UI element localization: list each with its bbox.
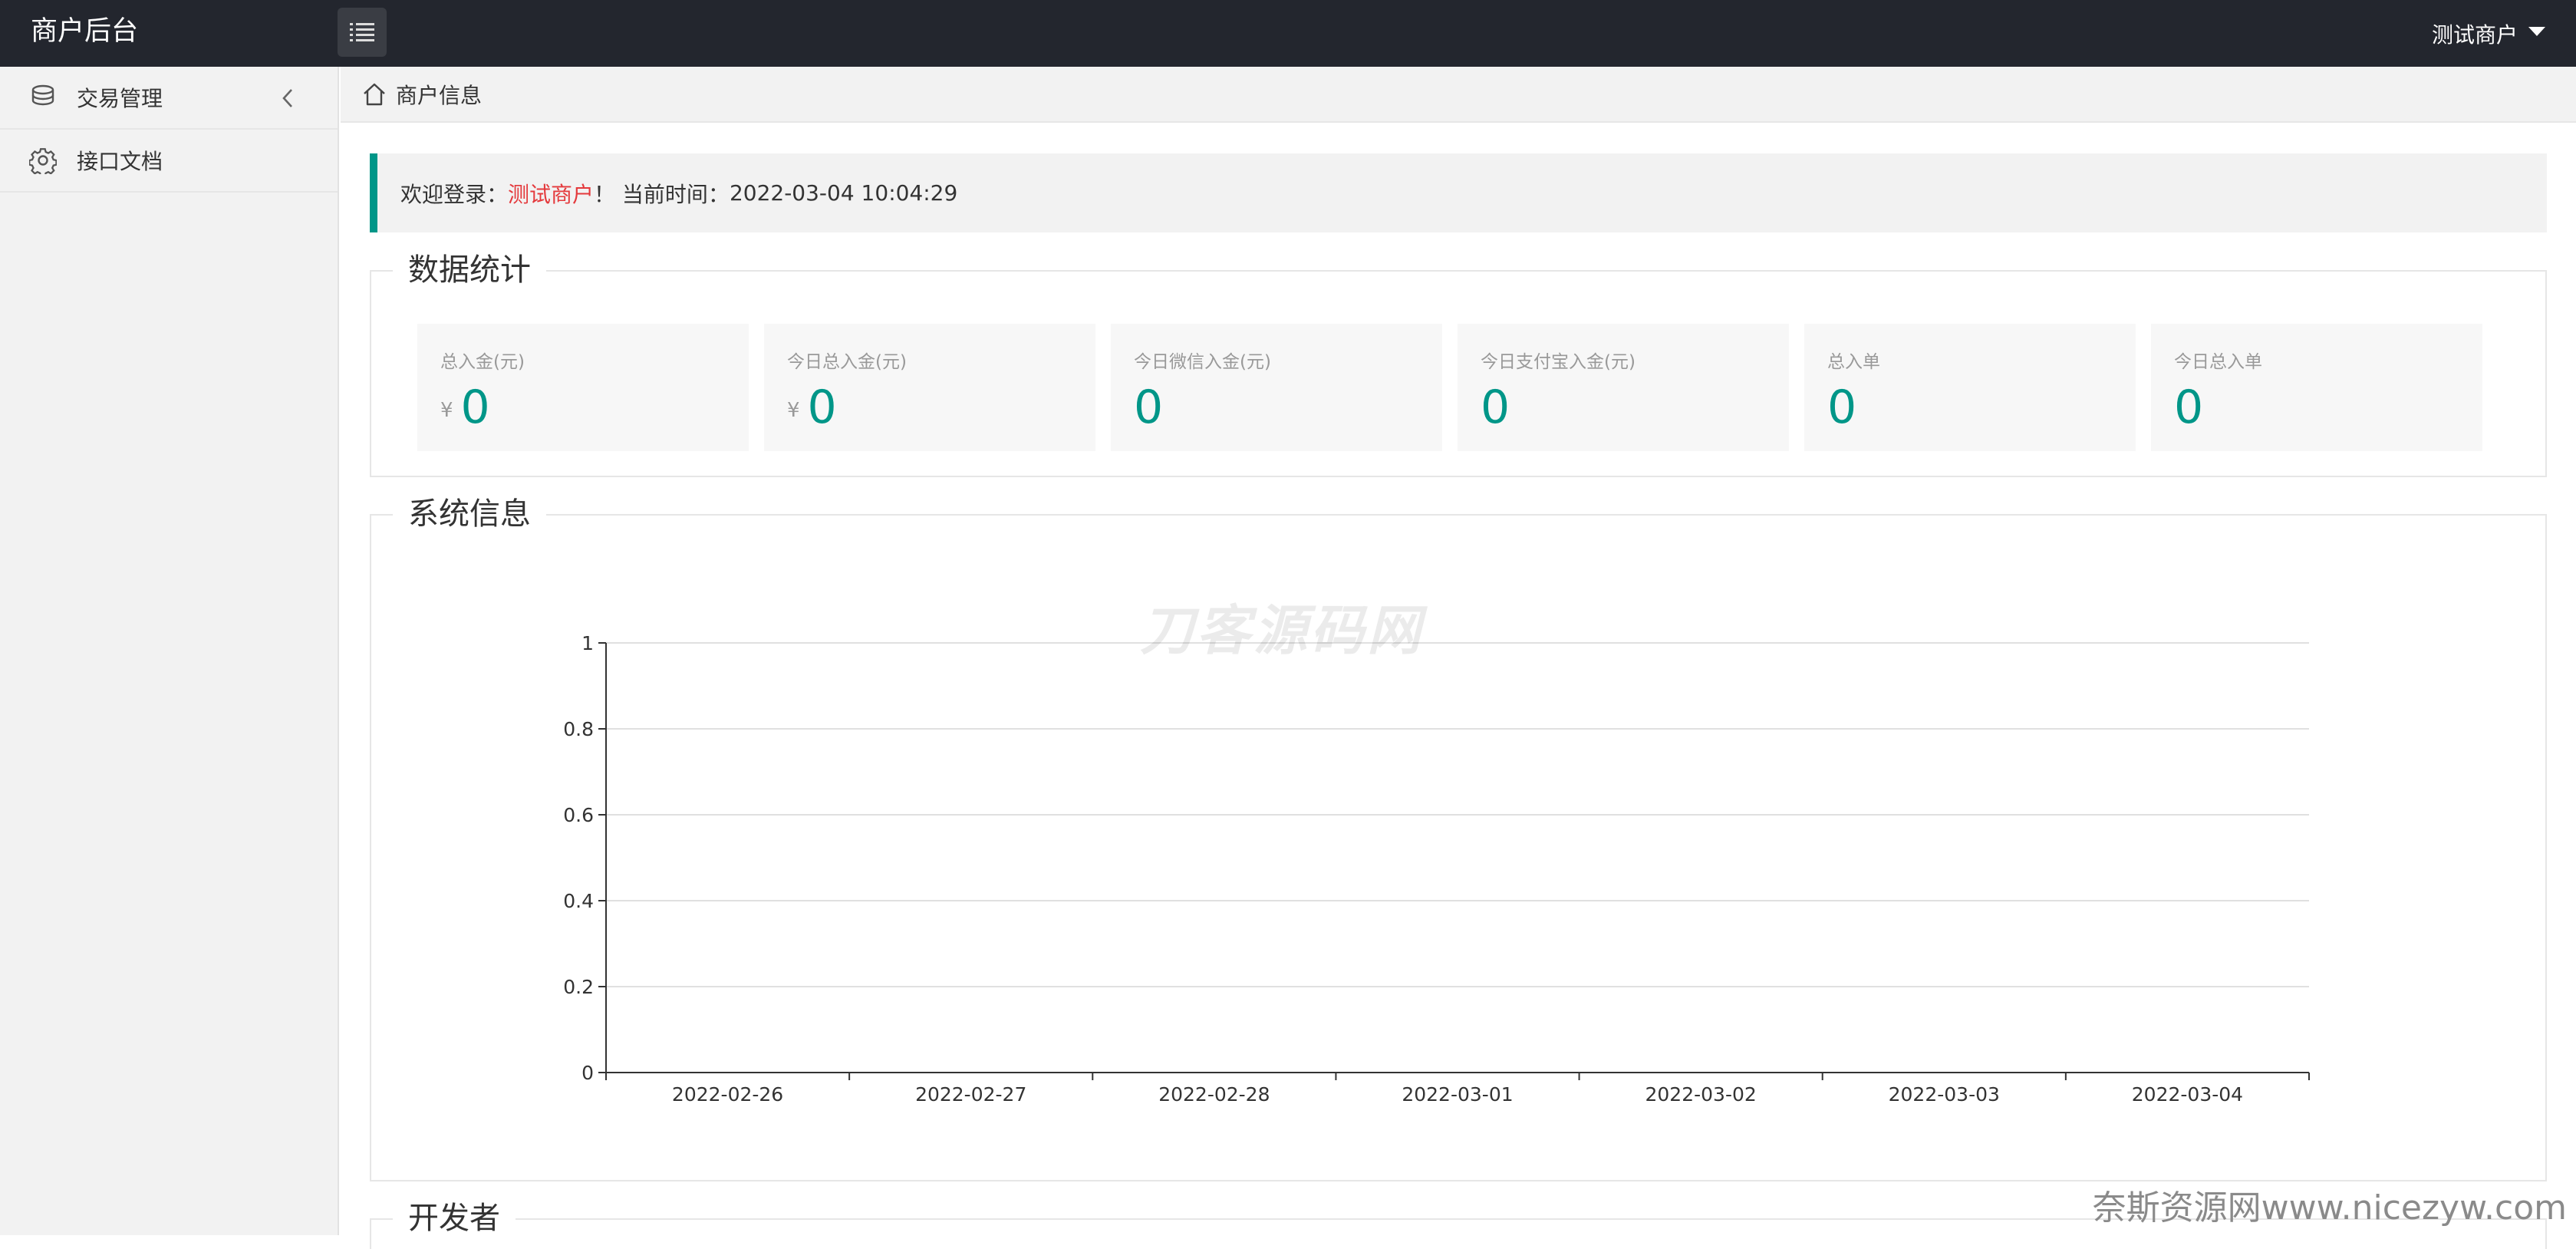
x-tick-label: 2022-03-03	[1889, 1083, 2000, 1106]
x-tick-label: 2022-03-02	[1645, 1083, 1756, 1106]
x-tick-label: 2022-02-27	[915, 1083, 1026, 1106]
y-tick-label: 0	[581, 1062, 594, 1084]
chart-axes	[598, 643, 2309, 1080]
chart-grid	[606, 643, 2309, 987]
y-tick-label: 0.4	[563, 890, 594, 912]
corner-watermark: 奈斯资源网www.nicezyw.com	[2093, 1180, 2567, 1229]
y-tick-label: 0.8	[563, 718, 594, 740]
y-tick-label: 1	[581, 632, 594, 654]
y-tick-label: 0.2	[563, 976, 594, 998]
watermark-text: 刀客源码网	[1140, 588, 1424, 665]
x-tick-label: 2022-03-04	[2132, 1083, 2243, 1106]
y-tick-label: 0.6	[563, 804, 594, 826]
developer-section-title: 开发者	[393, 1198, 516, 1238]
chart-ticks: 0 0.2 0.4 0.6 0.8 1 2022-02-26 2022-02-27 2022-0…	[563, 632, 2243, 1106]
x-tick-label: 2022-03-01	[1402, 1083, 1513, 1106]
x-tick-label: 2022-02-26	[672, 1083, 783, 1106]
x-tick-label: 2022-02-28	[1158, 1083, 1270, 1106]
